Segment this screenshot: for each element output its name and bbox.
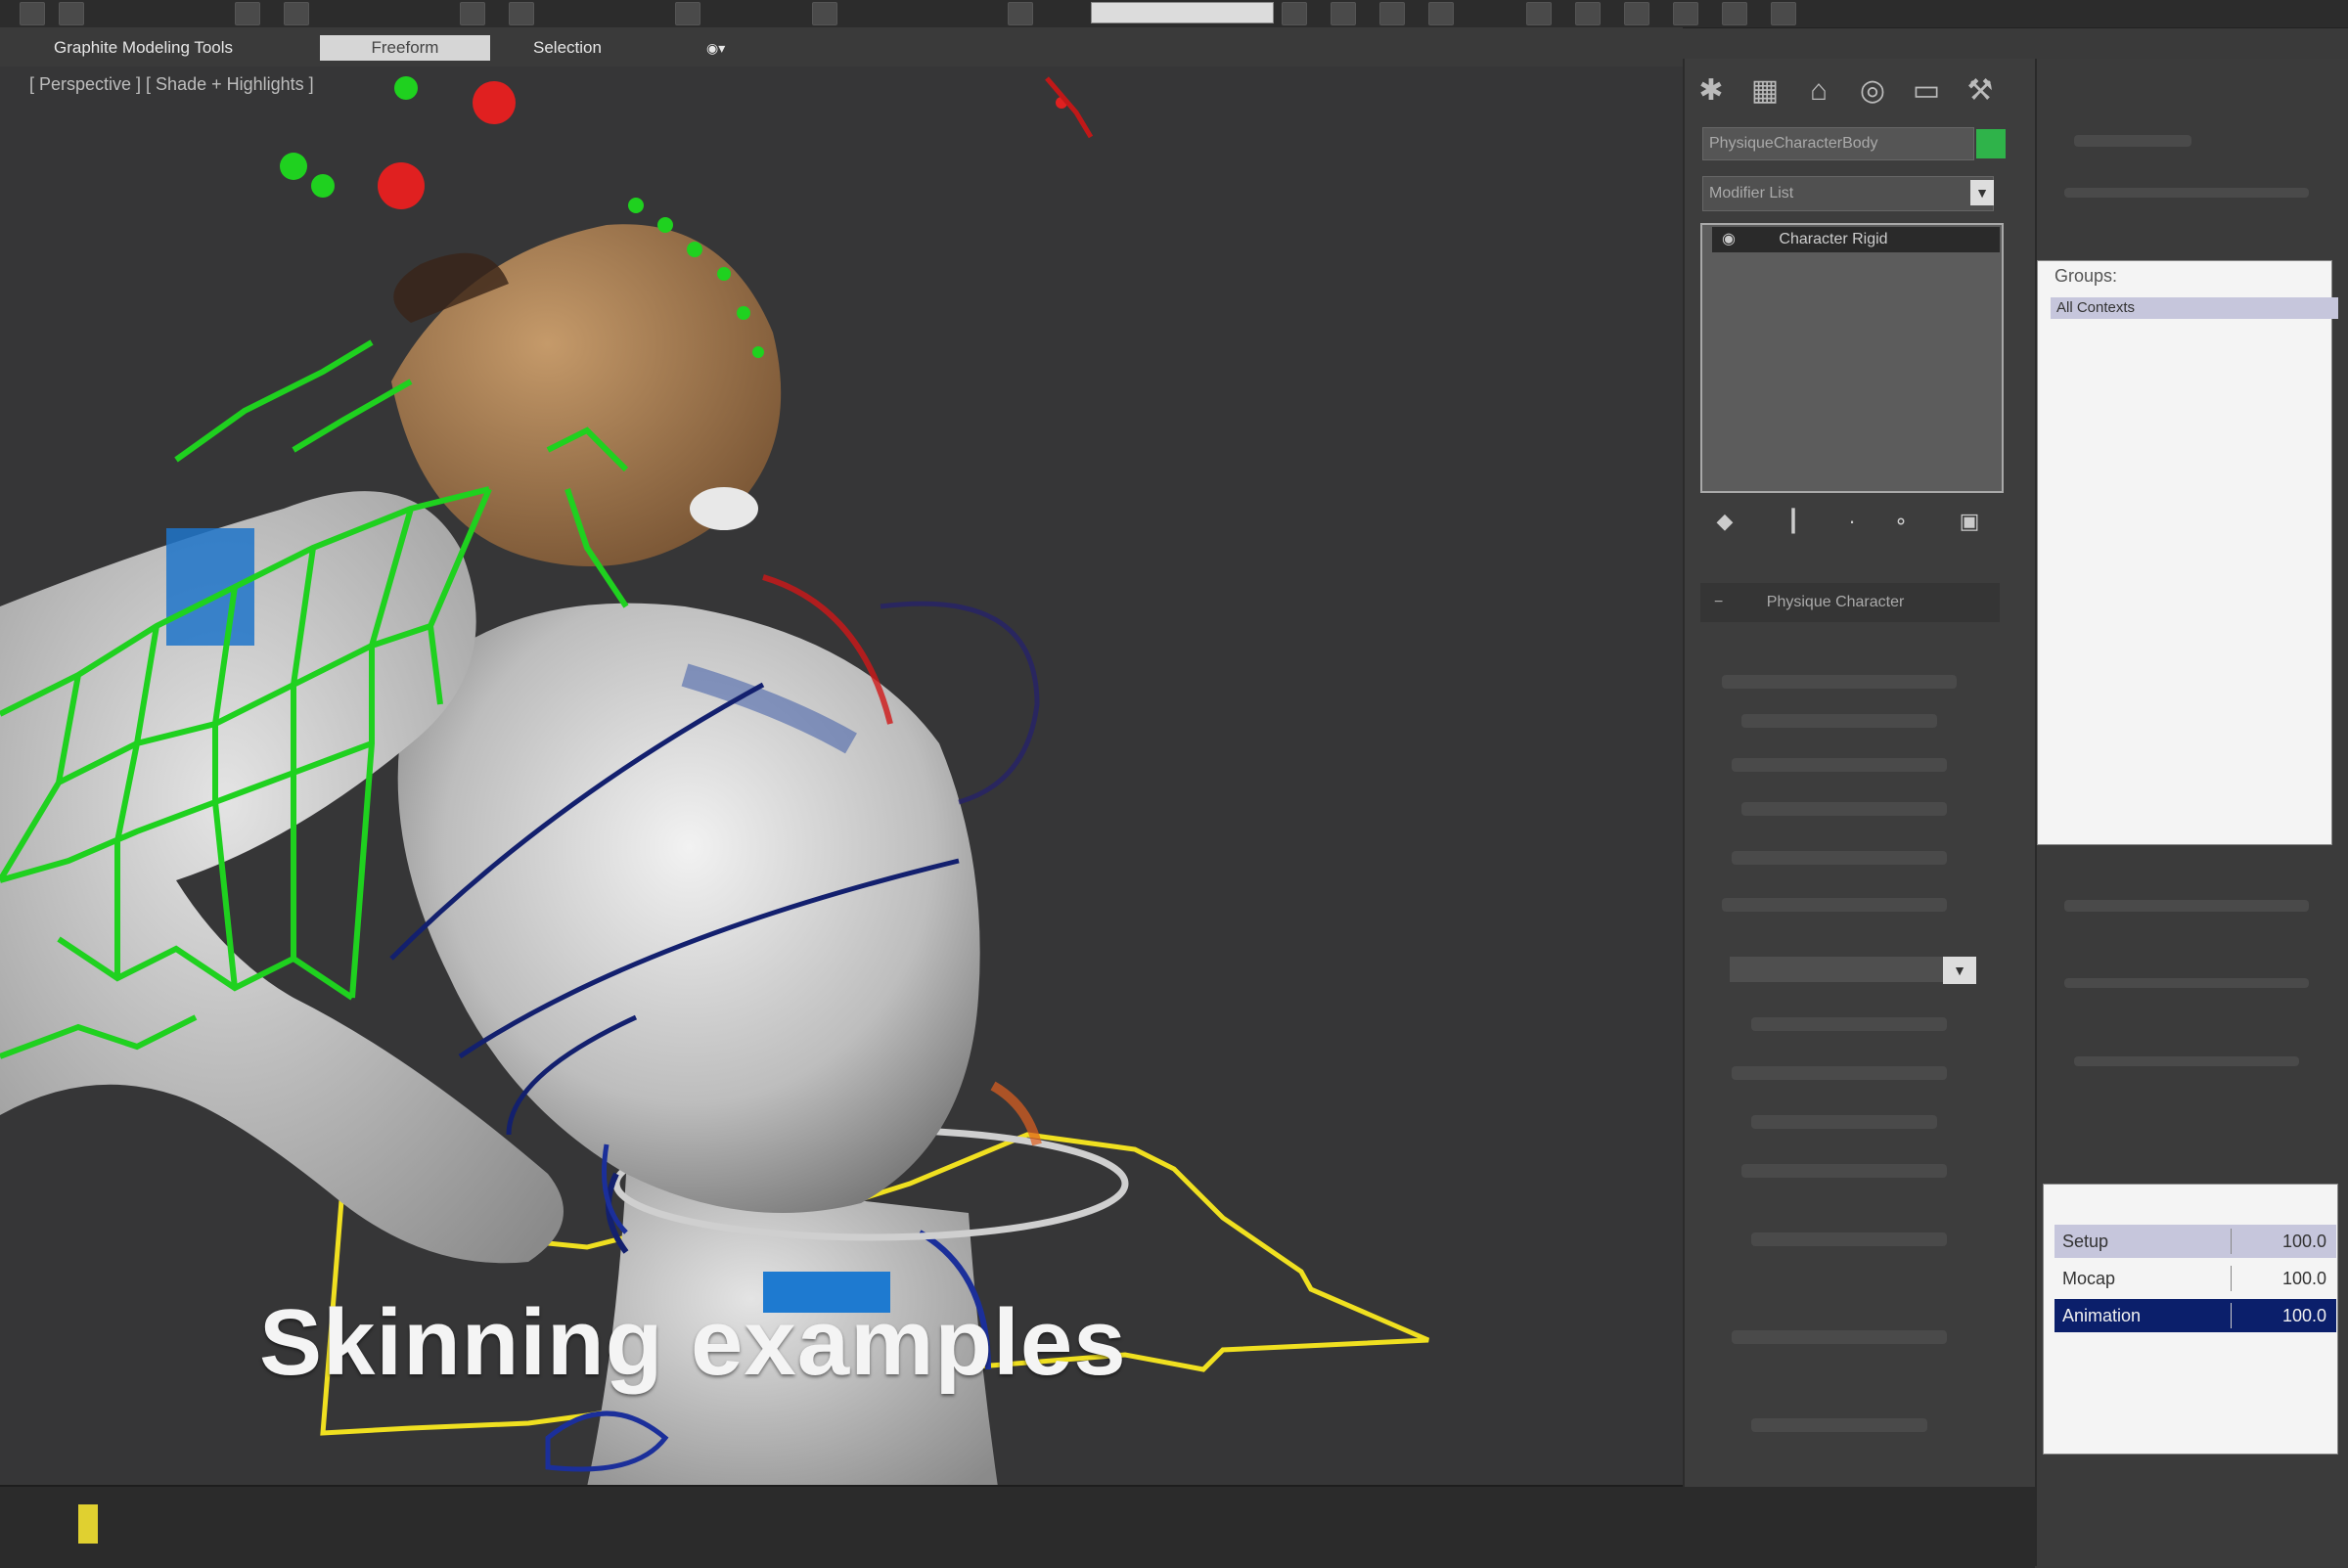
material-editor-icon[interactable] <box>1526 2 1552 25</box>
show-end-result-icon[interactable]: ┃ <box>1779 507 1808 536</box>
tab-graphite-modeling-tools[interactable]: Graphite Modeling Tools <box>44 35 243 61</box>
modifier-list-dropdown[interactable]: Modifier List <box>1702 176 1994 211</box>
layer-row-animation[interactable]: Animation 100.0 <box>2054 1299 2336 1332</box>
render-setup-icon[interactable] <box>1575 2 1601 25</box>
timeline-bar[interactable] <box>0 1485 2035 1568</box>
param-row <box>1741 714 1937 728</box>
rotate-icon[interactable] <box>509 2 534 25</box>
param-row <box>1741 1164 1947 1178</box>
torso-mesh <box>397 603 980 1213</box>
ribbon: Graphite Modeling Tools Freeform Selecti… <box>0 27 1683 67</box>
red-markers <box>378 81 1067 209</box>
chevron-down-icon[interactable]: ▼ <box>1943 957 1976 984</box>
utilities-tab-icon[interactable]: ⚒ <box>1962 72 1999 110</box>
viewport-label[interactable]: [ Perspective ] [ Shade + Highlights ] <box>29 74 314 95</box>
layer-row-mocap[interactable]: Mocap 100.0 <box>2054 1262 2336 1295</box>
param-row <box>1732 758 1947 772</box>
hierarchy-tab-icon[interactable]: ⌂ <box>1800 72 1837 110</box>
param-row <box>1751 1232 1947 1246</box>
undo-icon[interactable] <box>20 2 45 25</box>
redo-icon[interactable] <box>59 2 84 25</box>
time-slider-icon[interactable] <box>78 1504 98 1544</box>
object-color-swatch[interactable] <box>1976 129 2006 158</box>
tab-selection[interactable]: Selection <box>523 35 611 61</box>
tab-freeform[interactable]: Freeform <box>320 35 490 61</box>
param-row <box>1732 1330 1947 1344</box>
stack-toolbar: ◆ ┃ · ∘ ▣ <box>1700 499 2000 548</box>
param-row <box>1722 898 1947 912</box>
display-tab-icon[interactable]: ▭ <box>1908 72 1945 110</box>
snap-icon[interactable] <box>812 2 837 25</box>
panel-control-row <box>2064 900 2309 912</box>
groups-label: Groups: <box>2054 266 2118 286</box>
panel-header-bar <box>2064 188 2309 198</box>
pin-stack-icon[interactable]: ◆ <box>1710 507 1739 536</box>
stack-item[interactable]: ◉ Character Rigid <box>1712 227 2000 252</box>
groups-list[interactable] <box>2037 260 2332 845</box>
configure-sets-icon[interactable]: ▣ <box>1955 507 1984 536</box>
quick-render-icon[interactable] <box>1722 2 1747 25</box>
scale-icon[interactable] <box>675 2 700 25</box>
eye-icon[interactable]: ◉ <box>1722 231 1736 247</box>
modify-tab-icon[interactable]: ▦ <box>1746 72 1784 110</box>
param-row <box>1741 802 1947 816</box>
panel-control-row <box>2074 1056 2299 1066</box>
panel-header-bar <box>2074 135 2191 147</box>
param-row <box>1722 675 1957 689</box>
chevron-down-icon[interactable]: ▼ <box>1970 180 1994 205</box>
object-name-field[interactable]: PhysiqueCharacterBody <box>1702 127 1974 160</box>
dropdown-icon[interactable] <box>1282 2 1307 25</box>
make-unique-icon[interactable]: · <box>1837 507 1867 536</box>
render-icon[interactable] <box>1673 2 1698 25</box>
select-region-icon[interactable] <box>284 2 309 25</box>
perspective-viewport[interactable] <box>0 67 1683 1485</box>
list-item[interactable]: All Contexts <box>2051 297 2338 319</box>
collapse-icon: − <box>1714 594 1724 610</box>
layer-row-setup[interactable]: Setup 100.0 <box>2054 1225 2336 1258</box>
red-gizmo <box>1045 76 1094 139</box>
param-row <box>1732 851 1947 865</box>
layer-icon[interactable] <box>1379 2 1405 25</box>
stack-item-label: Character Rigid <box>1779 231 1888 247</box>
video-caption: Skinning examples <box>259 1290 1127 1395</box>
param-row <box>1751 1115 1937 1129</box>
render-frame-icon[interactable] <box>1624 2 1649 25</box>
environment-icon[interactable] <box>1771 2 1796 25</box>
motion-tab-icon[interactable]: ◎ <box>1854 72 1891 110</box>
align-icon[interactable] <box>1331 2 1356 25</box>
curve-editor-icon[interactable] <box>1428 2 1454 25</box>
named-selection-field[interactable] <box>1091 2 1274 23</box>
modifier-stack[interactable] <box>1700 223 2004 493</box>
select-icon[interactable] <box>235 2 260 25</box>
main-toolbar <box>0 0 2348 28</box>
param-row <box>1751 1017 1947 1031</box>
mirror-icon[interactable] <box>1008 2 1033 25</box>
param-dropdown[interactable] <box>1730 957 1945 982</box>
rollout-header[interactable]: − Physique Character <box>1700 583 2000 622</box>
create-tab-icon[interactable]: ✱ <box>1693 72 1730 110</box>
ribbon-options-icon[interactable]: ◉▾ <box>697 35 735 61</box>
move-icon[interactable] <box>460 2 485 25</box>
remove-modifier-icon[interactable]: ∘ <box>1886 507 1916 536</box>
viewport-scene <box>0 76 1429 1485</box>
param-row <box>1751 1418 1927 1432</box>
param-row <box>1732 1066 1947 1080</box>
panel-control-row <box>2064 978 2309 988</box>
rollout-title: Physique Character <box>1766 594 1905 610</box>
